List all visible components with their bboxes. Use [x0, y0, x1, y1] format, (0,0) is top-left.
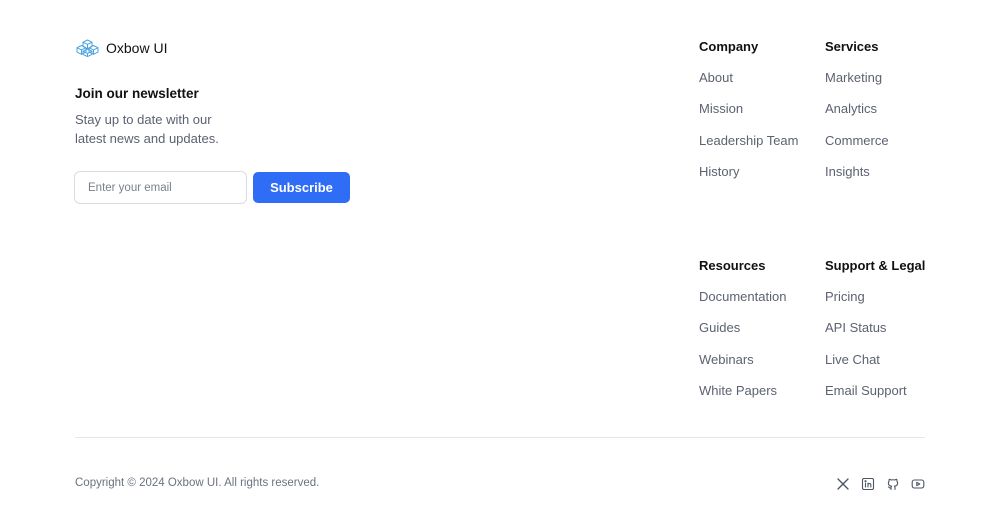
footer-link-pricing[interactable]: Pricing [825, 288, 925, 306]
footer-link-webinars[interactable]: Webinars [699, 351, 786, 369]
footer-link-leadership-team[interactable]: Leadership Team [699, 132, 799, 150]
footer-link-live-chat[interactable]: Live Chat [825, 351, 925, 369]
footer-link-mission[interactable]: Mission [699, 100, 799, 118]
linkedin-icon[interactable] [860, 476, 876, 492]
column-title: Support & Legal [825, 258, 926, 273]
column-title: Services [825, 39, 879, 54]
subscribe-button[interactable]: Subscribe [253, 172, 350, 203]
footer-link-marketing[interactable]: Marketing [825, 69, 889, 87]
footer-link-documentation[interactable]: Documentation [699, 288, 786, 306]
email-input[interactable] [74, 171, 247, 204]
footer-link-analytics[interactable]: Analytics [825, 100, 889, 118]
footer-column-support-legal: Support & Legal Pricing API Status Live … [825, 257, 925, 400]
footer-link-api-status[interactable]: API Status [825, 319, 925, 337]
footer-link-white-papers[interactable]: White Papers [699, 382, 786, 400]
footer-link-history[interactable]: History [699, 163, 799, 181]
copyright-text: Copyright © 2024 Oxbow UI. All rights re… [75, 477, 320, 489]
newsletter-title: Join our newsletter [75, 86, 199, 101]
social-links [835, 476, 926, 492]
column-title: Resources [699, 258, 766, 273]
newsletter-description: Stay up to date with our latest news and… [75, 112, 219, 146]
footer-link-commerce[interactable]: Commerce [825, 132, 889, 150]
github-icon[interactable] [885, 476, 901, 492]
footer-link-about[interactable]: About [699, 69, 799, 87]
footer-link-insights[interactable]: Insights [825, 163, 889, 181]
footer-column-company: Company About Mission Leadership Team Hi… [699, 38, 799, 181]
footer-link-guides[interactable]: Guides [699, 319, 786, 337]
youtube-icon[interactable] [910, 476, 926, 492]
footer-column-services: Services Marketing Analytics Commerce In… [825, 38, 889, 181]
brand-name: Oxbow UI [106, 40, 168, 56]
column-title: Company [699, 39, 759, 54]
brand[interactable]: Oxbow UI [75, 38, 167, 58]
footer-divider [75, 437, 925, 438]
cubes-logo-icon [76, 39, 99, 58]
x-icon[interactable] [835, 476, 851, 492]
footer-column-resources: Resources Documentation Guides Webinars … [699, 257, 786, 400]
footer-link-email-support[interactable]: Email Support [825, 382, 925, 400]
